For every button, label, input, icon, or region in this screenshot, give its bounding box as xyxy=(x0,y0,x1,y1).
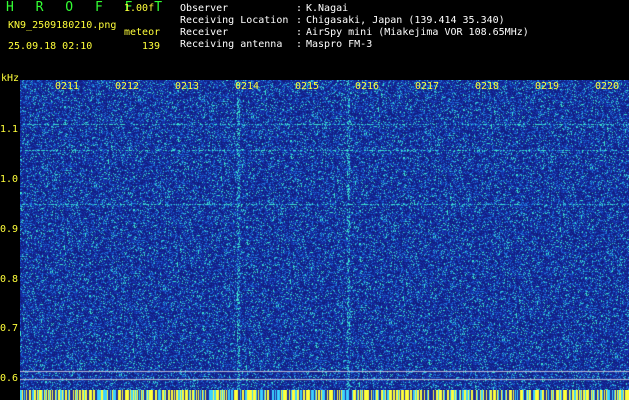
y-tick-label: 0.8 xyxy=(0,274,19,285)
time-tick-label: 0214 xyxy=(235,81,260,92)
khz-unit-label: kHz xyxy=(1,73,20,84)
y-tick-label: 0.6 xyxy=(0,373,19,384)
datetime-label: 25.09.18 02:10 xyxy=(8,41,93,52)
antenna-value: Maspro FM-3 xyxy=(306,39,373,50)
location-value: Chigasaki, Japan (139.414 35.340) xyxy=(306,15,505,26)
y-tick-label: 0.9 xyxy=(0,224,19,235)
observer-label: Observer xyxy=(180,3,229,14)
time-tick-label: 0219 xyxy=(535,81,560,92)
mode-label: meteor xyxy=(124,27,161,38)
observer-colon: : xyxy=(296,3,303,14)
antenna-colon: : xyxy=(296,39,303,50)
count-label: 139 xyxy=(142,41,161,52)
location-label: Receiving Location xyxy=(180,15,289,26)
app-version: 1.00f xyxy=(124,3,155,14)
time-tick-label: 0213 xyxy=(175,81,200,92)
receiver-value: AirSpy mini (Miakejima VOR 108.65MHz) xyxy=(306,27,529,38)
time-tick-label: 0215 xyxy=(295,81,320,92)
time-tick-label: 0218 xyxy=(475,81,500,92)
receiver-label: Receiver xyxy=(180,27,229,38)
spectrum-strip xyxy=(20,390,629,400)
y-tick-label: 1.0 xyxy=(0,174,19,185)
time-tick-label: 0211 xyxy=(55,81,80,92)
header-panel: H R O F F T 1.00f KN9_2509180210.png met… xyxy=(0,0,629,80)
time-tick-label: 0212 xyxy=(115,81,140,92)
time-tick-label: 0220 xyxy=(595,81,620,92)
time-tick-label: 0217 xyxy=(415,81,440,92)
location-colon: : xyxy=(296,15,303,26)
filename-label: KN9_2509180210.png xyxy=(8,20,117,31)
observer-value: K.Nagai xyxy=(306,3,349,14)
antenna-label: Receiving antenna xyxy=(180,39,283,50)
y-tick-label: 1.1 xyxy=(0,124,19,135)
waterfall-spectrogram[interactable] xyxy=(20,80,629,390)
y-tick-label: 0.7 xyxy=(0,323,19,334)
time-tick-label: 0216 xyxy=(355,81,380,92)
receiver-colon: : xyxy=(296,27,303,38)
